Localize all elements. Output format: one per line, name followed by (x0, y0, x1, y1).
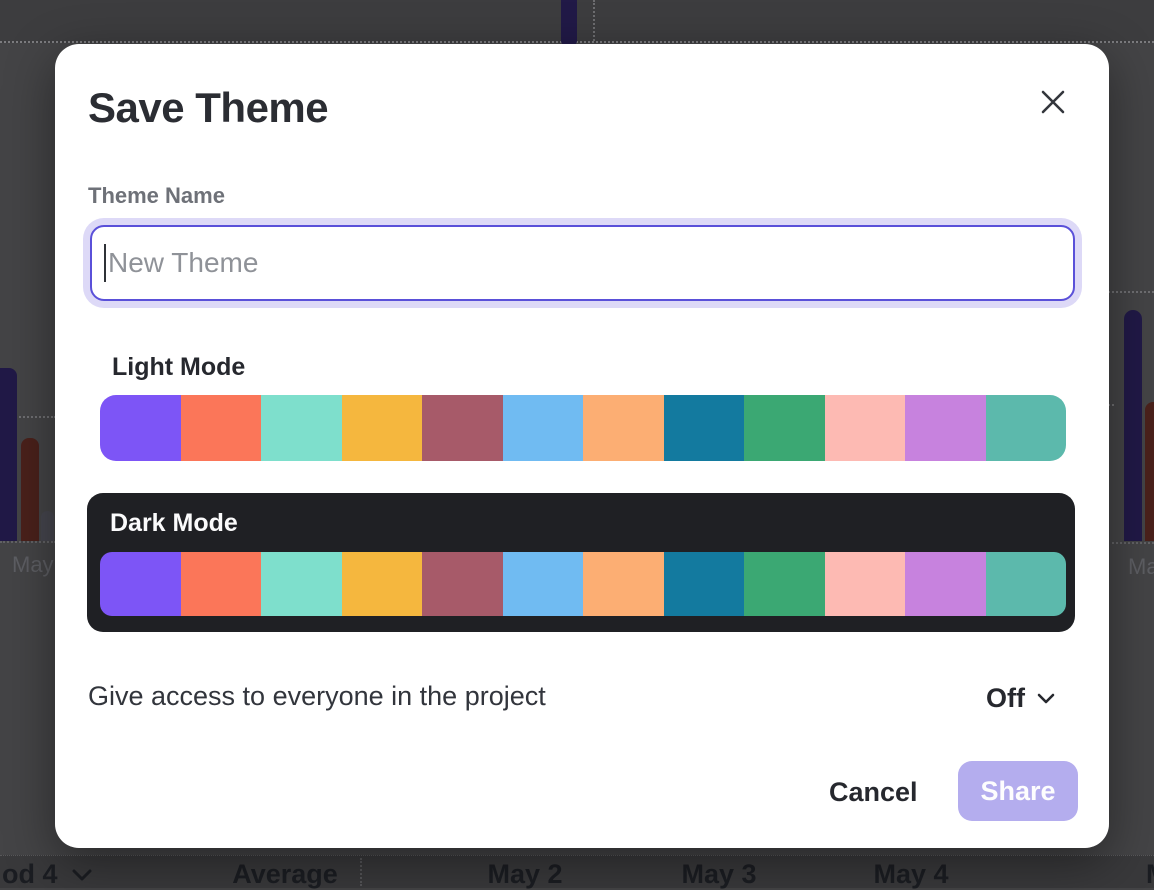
chevron-down-icon (1037, 693, 1055, 704)
color-swatch (342, 552, 423, 616)
period-label: od 4 (2, 859, 58, 890)
color-swatch (664, 552, 745, 616)
close-icon (1040, 89, 1066, 115)
share-button[interactable]: Share (958, 761, 1078, 821)
access-toggle-label: Give access to everyone in the project (88, 681, 546, 712)
save-theme-dialog: Save Theme Theme Name Light Mode Dark Mo… (55, 44, 1109, 848)
column-header-average: Average (232, 859, 338, 890)
column-header-may3: May 3 (681, 859, 756, 890)
column-divider (360, 858, 362, 886)
color-swatch (342, 395, 423, 461)
color-swatch (261, 552, 342, 616)
dark-mode-label: Dark Mode (110, 509, 238, 538)
column-header-partial: M (1146, 859, 1154, 890)
color-swatch (905, 395, 986, 461)
color-swatch (261, 395, 342, 461)
dark-mode-card: Dark Mode (87, 493, 1075, 632)
column-header-may4: May 4 (873, 859, 948, 890)
background-bar-red-left (21, 438, 39, 541)
column-header-may2: May 2 (487, 859, 562, 890)
color-swatch (664, 395, 745, 461)
background-table-header: od 4 Average May 2 May 3 May 4 M (0, 855, 1154, 888)
background-bar-purple-top (561, 0, 577, 45)
color-swatch (422, 552, 503, 616)
background-axis-line (1107, 542, 1154, 544)
background-axis-line (0, 541, 56, 543)
color-swatch (503, 395, 584, 461)
background-bar-navy-left (0, 368, 17, 541)
dark-mode-palette[interactable] (100, 552, 1066, 616)
color-swatch (181, 395, 262, 461)
color-swatch (181, 552, 262, 616)
color-swatch (100, 395, 181, 461)
color-swatch (100, 552, 181, 616)
chevron-down-icon (72, 869, 92, 881)
color-swatch (583, 552, 664, 616)
background-grid-divider (593, 0, 595, 41)
background-bar-red-right (1145, 402, 1154, 541)
color-swatch (422, 395, 503, 461)
color-swatch (986, 395, 1067, 461)
color-swatch (825, 395, 906, 461)
x-axis-label-left: May (12, 552, 54, 578)
close-button[interactable] (1035, 84, 1071, 120)
theme-name-input[interactable] (90, 225, 1075, 301)
theme-name-field-wrap (90, 225, 1075, 301)
light-mode-label: Light Mode (112, 353, 245, 382)
theme-name-label: Theme Name (88, 183, 225, 209)
color-swatch (503, 552, 584, 616)
light-mode-palette[interactable] (100, 395, 1066, 461)
color-swatch (986, 552, 1067, 616)
cancel-button[interactable]: Cancel (829, 777, 918, 808)
period-selector[interactable]: od 4 (2, 859, 92, 890)
dialog-title: Save Theme (88, 84, 328, 132)
x-axis-label-right: May (1128, 554, 1154, 580)
access-dropdown-value: Off (986, 683, 1025, 714)
color-swatch (583, 395, 664, 461)
color-swatch (744, 552, 825, 616)
background-chart-header (0, 0, 1154, 43)
text-caret (104, 244, 106, 282)
access-dropdown[interactable]: Off (986, 683, 1055, 714)
color-swatch (905, 552, 986, 616)
color-swatch (825, 552, 906, 616)
background-bar-gray-left (41, 511, 54, 541)
color-swatch (744, 395, 825, 461)
background-bar-navy-right (1124, 310, 1142, 541)
